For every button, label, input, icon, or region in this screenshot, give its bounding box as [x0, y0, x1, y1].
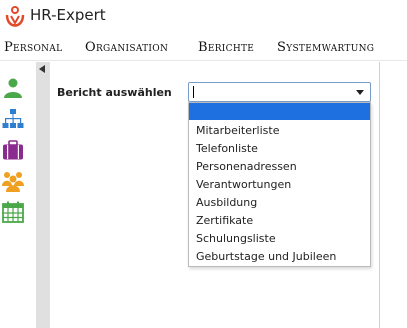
main-menu: Personal Organisation Berichte Systemwar… — [0, 35, 407, 61]
briefcase-icon[interactable] — [2, 139, 24, 161]
dropdown-option-empty[interactable] — [189, 103, 370, 120]
text-caret — [193, 86, 194, 98]
menu-systemwartung[interactable]: Systemwartung — [277, 40, 374, 55]
sidebar — [0, 62, 36, 328]
dropdown-option[interactable]: Geburtstage und Jubileen — [196, 250, 336, 263]
calendar-icon[interactable] — [2, 201, 24, 223]
group-icon[interactable] — [2, 170, 24, 192]
app-title: HR-Expert — [30, 6, 106, 24]
dropdown-option[interactable]: Zertifikate — [196, 214, 253, 227]
collapse-sidebar-icon[interactable] — [39, 65, 45, 73]
report-select-label: Bericht auswählen — [57, 86, 172, 99]
menu-organisation[interactable]: Organisation — [85, 40, 168, 55]
chevron-down-icon[interactable] — [356, 90, 364, 95]
dropdown-option[interactable]: Verantwortungen — [196, 178, 291, 191]
title-bar: HR-Expert — [0, 0, 407, 33]
menu-personal[interactable]: Personal — [4, 40, 62, 55]
report-dropdown-list: Mitarbeiterliste Telefonliste Personenad… — [188, 102, 371, 267]
hr-expert-logo-icon — [5, 6, 25, 27]
right-panel — [380, 62, 407, 328]
dropdown-option[interactable]: Ausbildung — [196, 196, 257, 209]
org-chart-icon[interactable] — [2, 108, 24, 130]
dropdown-option[interactable]: Personenadressen — [196, 160, 297, 173]
report-select[interactable] — [188, 82, 371, 102]
menu-berichte[interactable]: Berichte — [198, 40, 254, 55]
dropdown-option[interactable]: Mitarbeiterliste — [196, 124, 279, 137]
dropdown-option[interactable]: Telefonliste — [196, 142, 258, 155]
sidebar-splitter[interactable] — [36, 62, 50, 328]
dropdown-option[interactable]: Schulungsliste — [196, 232, 276, 245]
person-icon[interactable] — [2, 77, 24, 99]
